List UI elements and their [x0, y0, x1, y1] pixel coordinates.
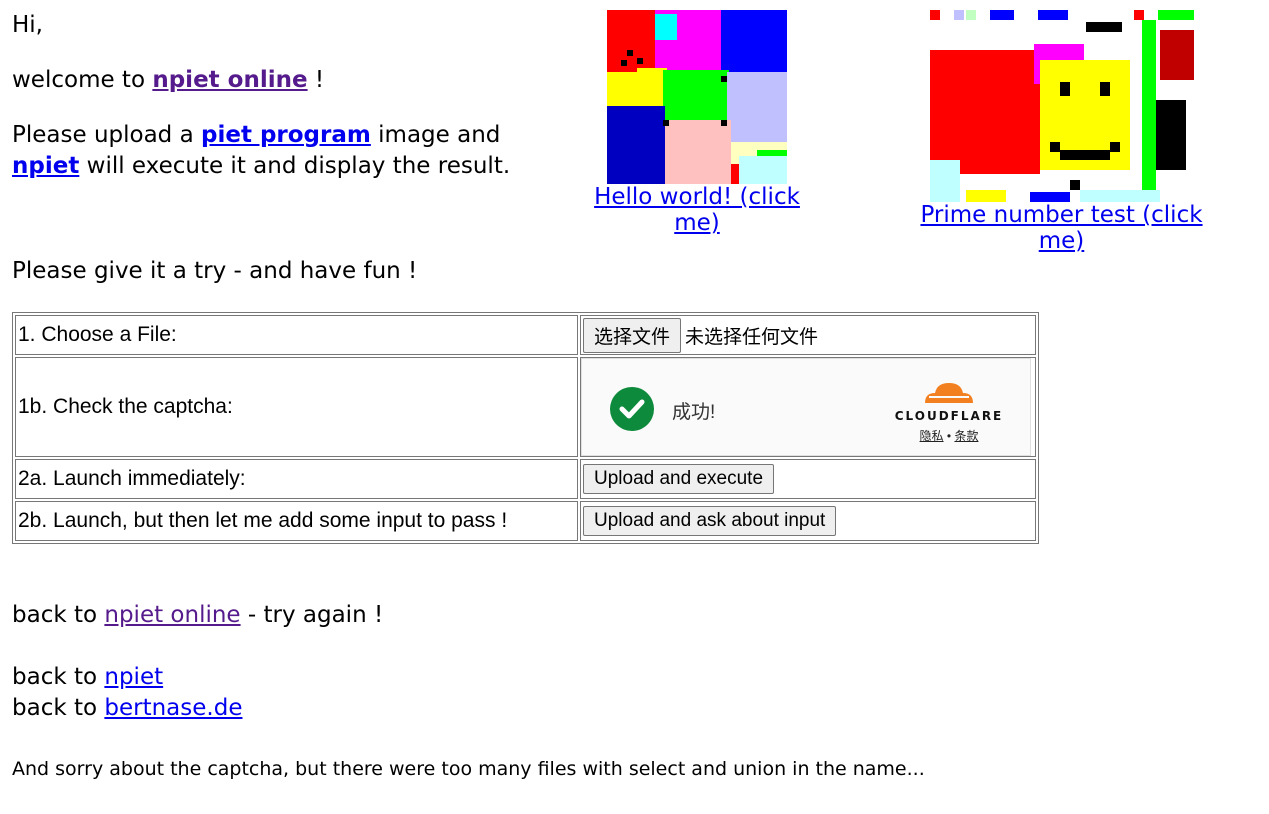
- captcha-cell: 成功! CLOUDFLARE 隐私 • 条款: [580, 357, 1036, 457]
- back-bertnase: back to bertnase.de: [12, 695, 242, 721]
- form-row-launch-input: 2b. Launch, but then let me add some inp…: [15, 501, 1036, 541]
- upload-prefix: Please upload a: [12, 122, 201, 148]
- privacy-link[interactable]: 隐私: [920, 429, 944, 443]
- prime-test-piet-image[interactable]: [929, 10, 1194, 202]
- launch-label: 2a. Launch immediately:: [15, 459, 578, 499]
- file-input: 选择文件 未选择任何文件: [580, 315, 1036, 355]
- form-row-file: 1. Choose a File: 选择文件 未选择任何文件: [15, 315, 1036, 355]
- npiet-online-link[interactable]: npiet online: [152, 67, 307, 93]
- upload-instructions: Please upload a piet program image and n…: [12, 120, 532, 182]
- form-row-launch: 2a. Launch immediately: Upload and execu…: [15, 459, 1036, 499]
- demo-prime-test: Prime number test (click me): [897, 10, 1226, 254]
- launch-input-cell: Upload and ask about input: [580, 501, 1036, 541]
- captcha-status: 成功!: [672, 402, 716, 423]
- captcha-links: 隐私 • 条款: [892, 427, 1006, 444]
- upload-execute-button[interactable]: Upload and execute: [583, 464, 775, 494]
- back-npiet: back to npiet: [12, 664, 163, 690]
- choose-file-label: 1. Choose a File:: [15, 315, 578, 355]
- upload-ask-input-button[interactable]: Upload and ask about input: [583, 506, 837, 536]
- cloudflare-branding: CLOUDFLARE 隐私 • 条款: [892, 379, 1006, 444]
- npiet-link[interactable]: npiet: [12, 153, 79, 179]
- bertnase-link[interactable]: bertnase.de: [104, 695, 242, 721]
- launch-cell: Upload and execute: [580, 459, 1036, 499]
- cloudflare-wordmark: CLOUDFLARE: [894, 409, 1004, 423]
- file-status: 未选择任何文件: [685, 326, 819, 348]
- upload-suffix: will execute it and display the result.: [79, 153, 511, 179]
- captcha-label: 1b. Check the captcha:: [15, 357, 578, 457]
- demo-hello-world: Hello world! (click me): [569, 10, 825, 236]
- page: Hi, welcome to npiet online ! Please upl…: [0, 0, 1269, 814]
- captcha-apology: And sorry about the captcha, but there w…: [12, 758, 925, 780]
- back-prefix: back to: [12, 602, 105, 628]
- back-prefix: back to: [12, 695, 105, 721]
- back-prefix: back to: [12, 664, 105, 690]
- back-npiet-online: back to npiet online - try again !: [12, 602, 383, 628]
- welcome-line: welcome to npiet online !: [12, 65, 532, 96]
- upload-mid: image and: [370, 122, 501, 148]
- prime-test-link[interactable]: Prime number test (click me): [920, 202, 1202, 254]
- cloudflare-logo-icon: [925, 383, 973, 403]
- welcome-prefix: welcome to: [12, 67, 153, 93]
- npiet-back-link[interactable]: npiet: [104, 664, 163, 690]
- captcha-widget: 成功! CLOUDFLARE 隐私 • 条款: [581, 358, 1031, 456]
- check-icon: [610, 387, 654, 431]
- intro: Hi, welcome to npiet online ! Please upl…: [12, 10, 532, 182]
- try-line: Please give it a try - and have fun !: [12, 258, 418, 284]
- npiet-online-back-link[interactable]: npiet online: [104, 602, 240, 628]
- launch-input-label: 2b. Launch, but then let me add some inp…: [15, 501, 578, 541]
- welcome-suffix: !: [307, 67, 325, 93]
- form-row-captcha: 1b. Check the captcha: 成功! CLOUDFLARE 隐私…: [15, 357, 1036, 457]
- piet-program-link[interactable]: piet program: [201, 122, 371, 148]
- upload-form: 1. Choose a File: 选择文件 未选择任何文件 1b. Check …: [12, 312, 1039, 544]
- try-again-text: - try again !: [240, 602, 384, 628]
- choose-file-button[interactable]: 选择文件: [583, 317, 682, 353]
- terms-link[interactable]: 条款: [954, 429, 978, 443]
- greeting: Hi,: [12, 12, 43, 38]
- links-separator: •: [943, 429, 955, 443]
- hello-world-piet-image[interactable]: [607, 10, 787, 184]
- hello-world-link[interactable]: Hello world! (click me): [594, 184, 800, 236]
